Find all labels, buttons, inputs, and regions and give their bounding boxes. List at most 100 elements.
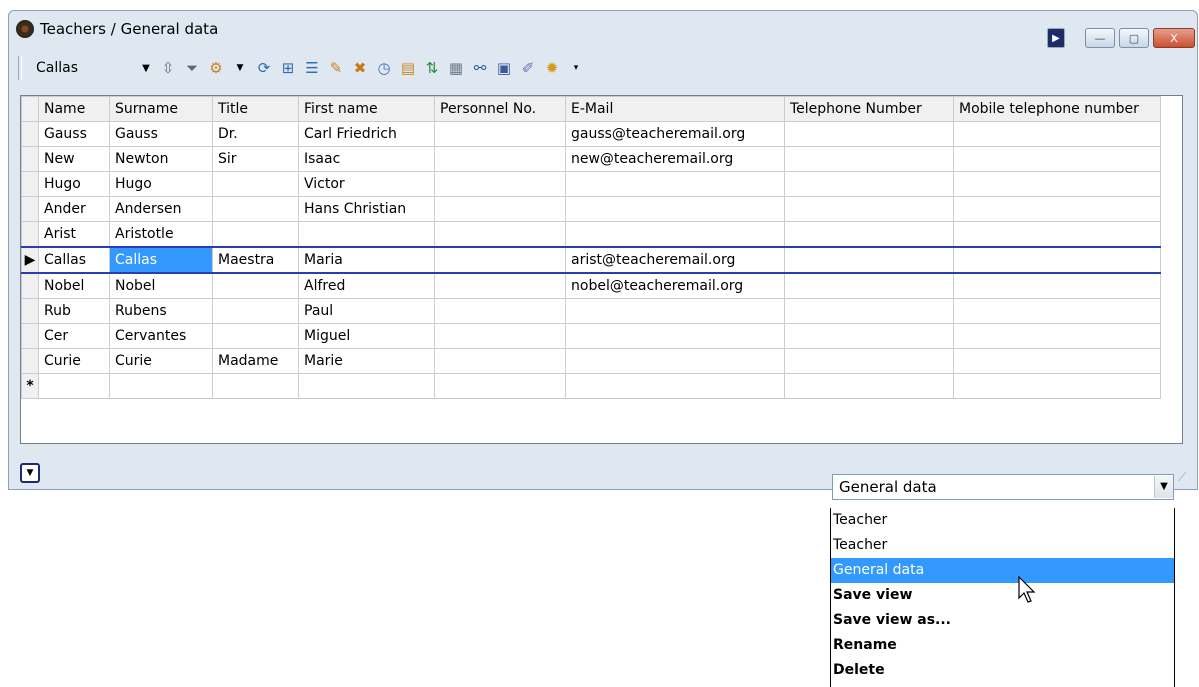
cell-name[interactable]: Hugo [38, 171, 110, 197]
cell-name[interactable]: Callas [38, 246, 110, 274]
cell-surname[interactable]: Hugo [109, 171, 213, 197]
new-row-cell[interactable] [784, 373, 954, 399]
view-option[interactable]: Delete [831, 658, 1174, 683]
play-arrow-icon[interactable]: ▶ [1047, 28, 1065, 48]
clock-icon[interactable]: ◷ [375, 59, 393, 77]
table-row[interactable]: New Newton Sir Isaac new@teacheremail.org [21, 146, 1161, 172]
cell-name[interactable]: Nobel [38, 272, 110, 299]
cell-name[interactable]: Gauss [38, 121, 110, 147]
cell-first-name[interactable]: Carl Friedrich [298, 121, 435, 147]
calendar-icon[interactable]: ▣ [495, 59, 513, 77]
cell-title[interactable] [212, 196, 299, 222]
cell-surname[interactable]: Nobel [109, 272, 213, 299]
refresh-icon[interactable]: ⟳ [255, 59, 273, 77]
sort-icon[interactable]: ⇅ [423, 59, 441, 77]
cell-mobile[interactable] [953, 171, 1161, 197]
new-row-cell[interactable] [38, 373, 110, 399]
view-option[interactable]: Teacher [831, 533, 1174, 558]
view-select[interactable]: General data ▼ [832, 474, 1174, 500]
row-header[interactable] [21, 348, 39, 374]
table-row[interactable]: ▶ Callas Callas Maestra Maria arist@teacherem… [21, 246, 1161, 274]
grid-icon[interactable]: ⊞ [279, 59, 297, 77]
cell-first-name[interactable]: Marie [298, 348, 435, 374]
cell-surname[interactable]: Curie [109, 348, 213, 374]
cell-email[interactable]: gauss@teacheremail.org [565, 121, 785, 147]
updown-icon[interactable]: ⇳ [159, 59, 177, 77]
cell-telephone[interactable] [784, 221, 954, 248]
new-row-cell[interactable] [565, 373, 785, 399]
cell-mobile[interactable] [953, 348, 1161, 374]
table-row[interactable]: Curie Curie Madame Marie [21, 348, 1161, 374]
cell-telephone[interactable] [784, 171, 954, 197]
cell-title[interactable] [212, 272, 299, 299]
cell-telephone[interactable] [784, 246, 954, 274]
cell-title[interactable] [212, 298, 299, 324]
view-option[interactable]: General data [831, 558, 1174, 583]
row-header[interactable] [21, 171, 39, 197]
cell-telephone[interactable] [784, 146, 954, 172]
cell-telephone[interactable] [784, 196, 954, 222]
cell-first-name[interactable] [298, 221, 435, 248]
tools-icon[interactable]: ✐ [519, 59, 537, 77]
gear-icon[interactable]: ✹ [543, 59, 561, 77]
cell-first-name[interactable]: Maria [298, 246, 435, 274]
table-icon[interactable]: ▦ [447, 59, 465, 77]
new-row-cell[interactable] [109, 373, 213, 399]
cell-first-name[interactable]: Hans Christian [298, 196, 435, 222]
close-button[interactable]: X [1153, 28, 1195, 48]
cell-first-name[interactable]: Victor [298, 171, 435, 197]
col-header-email[interactable]: E-Mail [565, 96, 785, 122]
cell-name[interactable]: Cer [38, 323, 110, 349]
cell-email[interactable]: new@teacheremail.org [565, 146, 785, 172]
expand-icon[interactable]: ▼ [20, 463, 40, 483]
cell-surname[interactable]: Gauss [109, 121, 213, 147]
col-header-title[interactable]: Title [212, 96, 299, 122]
cell-email[interactable] [565, 298, 785, 324]
table-row[interactable]: Nobel Nobel Alfred nobel@teacheremail.org [21, 272, 1161, 299]
row-header[interactable]: ▶ [21, 246, 39, 274]
cell-telephone[interactable] [784, 298, 954, 324]
cell-personnel-no[interactable] [434, 221, 566, 248]
new-row-cell[interactable] [953, 373, 1161, 399]
cell-title[interactable]: Dr. [212, 121, 299, 147]
delete-icon[interactable]: ✖ [351, 59, 369, 77]
filter-icon[interactable]: ⏷ [183, 59, 201, 77]
cell-personnel-no[interactable] [434, 246, 566, 274]
col-header-first-name[interactable]: First name [298, 96, 435, 122]
table-row[interactable]: Rub Rubens Paul [21, 298, 1161, 324]
cell-mobile[interactable] [953, 272, 1161, 299]
cell-mobile[interactable] [953, 121, 1161, 147]
cell-title[interactable] [212, 221, 299, 248]
table-row[interactable]: Gauss Gauss Dr. Carl Friedrich gauss@teacher… [21, 121, 1161, 147]
new-row-cell[interactable] [298, 373, 435, 399]
cell-telephone[interactable] [784, 323, 954, 349]
row-header[interactable] [21, 323, 39, 349]
cell-surname[interactable]: Andersen [109, 196, 213, 222]
view-option[interactable]: Teacher [831, 508, 1174, 533]
cell-name[interactable]: Rub [38, 298, 110, 324]
cell-telephone[interactable] [784, 348, 954, 374]
minimize-button[interactable]: — [1085, 28, 1115, 48]
cell-personnel-no[interactable] [434, 196, 566, 222]
cell-first-name[interactable]: Isaac [298, 146, 435, 172]
link-icon[interactable]: ⚯ [471, 59, 489, 77]
dropdown-arrow-icon[interactable]: ▾ [567, 59, 585, 77]
row-header[interactable] [21, 121, 39, 147]
dropdown-arrow-icon[interactable]: ▼ [231, 59, 249, 77]
cell-personnel-no[interactable] [434, 348, 566, 374]
cell-mobile[interactable] [953, 146, 1161, 172]
cell-email[interactable] [565, 221, 785, 248]
cell-title[interactable]: Madame [212, 348, 299, 374]
table-row[interactable]: Hugo Hugo Victor [21, 171, 1161, 197]
cell-surname[interactable]: Aristotle [109, 221, 213, 248]
row-header[interactable] [21, 298, 39, 324]
cell-surname[interactable]: Callas [109, 246, 213, 274]
cell-email[interactable]: arist@teacheremail.org [565, 246, 785, 274]
cell-mobile[interactable] [953, 298, 1161, 324]
col-header-surname[interactable]: Surname [109, 96, 213, 122]
cell-mobile[interactable] [953, 196, 1161, 222]
row-header[interactable] [21, 272, 39, 299]
row-header[interactable] [21, 196, 39, 222]
col-header-mobile[interactable]: Mobile telephone number [953, 96, 1161, 122]
cell-email[interactable] [565, 348, 785, 374]
